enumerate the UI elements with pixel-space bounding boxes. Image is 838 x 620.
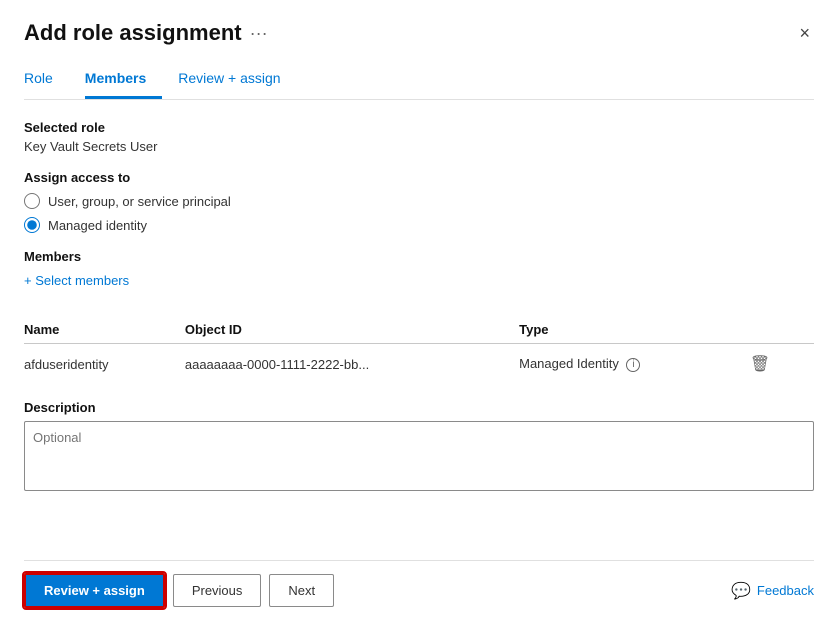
member-object-id: aaaaaaaa-0000-1111-2222-bb... bbox=[185, 344, 519, 385]
assign-access-section: Assign access to User, group, or service… bbox=[24, 170, 814, 233]
col-name: Name bbox=[24, 316, 185, 344]
delete-member-button[interactable]: 🗑 bbox=[744, 352, 776, 376]
assign-access-radio-group: User, group, or service principal Manage… bbox=[24, 193, 814, 233]
select-members-link[interactable]: + Select members bbox=[24, 273, 129, 288]
tab-review-assign[interactable]: Review + assign bbox=[178, 62, 296, 99]
title-row: Add role assignment ··· bbox=[24, 20, 268, 46]
dialog-header: Add role assignment ··· × bbox=[24, 20, 814, 46]
tab-members[interactable]: Members bbox=[85, 62, 162, 99]
add-role-assignment-dialog: Add role assignment ··· × Role Members R… bbox=[0, 0, 838, 620]
col-actions bbox=[744, 316, 814, 344]
description-label: Description bbox=[24, 400, 814, 415]
previous-button[interactable]: Previous bbox=[173, 574, 262, 607]
table-row: afduseridentity aaaaaaaa-0000-1111-2222-… bbox=[24, 344, 814, 385]
members-label: Members bbox=[24, 249, 814, 264]
info-icon[interactable]: i bbox=[626, 358, 640, 372]
radio-managed-identity-label: Managed identity bbox=[48, 218, 147, 233]
review-assign-button[interactable]: Review + assign bbox=[24, 573, 165, 608]
radio-user-group[interactable]: User, group, or service principal bbox=[24, 193, 814, 209]
radio-managed-identity-input[interactable] bbox=[24, 217, 40, 233]
feedback-label: Feedback bbox=[757, 583, 814, 598]
col-object-id: Object ID bbox=[185, 316, 519, 344]
feedback-icon: 💬 bbox=[731, 581, 751, 601]
selected-role-value: Key Vault Secrets User bbox=[24, 139, 814, 154]
next-button[interactable]: Next bbox=[269, 574, 334, 607]
dialog-title: Add role assignment bbox=[24, 20, 242, 46]
col-type: Type bbox=[519, 316, 744, 344]
more-options-icon[interactable]: ··· bbox=[250, 23, 268, 44]
radio-user-group-input[interactable] bbox=[24, 193, 40, 209]
tab-role[interactable]: Role bbox=[24, 62, 69, 99]
dialog-footer: Review + assign Previous Next 💬 Feedback bbox=[24, 560, 814, 620]
assign-access-label: Assign access to bbox=[24, 170, 814, 185]
member-type: Managed Identity i bbox=[519, 344, 744, 385]
members-table: Name Object ID Type afduseridentity aaaa… bbox=[24, 316, 814, 384]
member-name: afduseridentity bbox=[24, 344, 185, 385]
description-section: Description bbox=[24, 400, 814, 494]
tab-bar: Role Members Review + assign bbox=[24, 62, 814, 100]
feedback-button[interactable]: 💬 Feedback bbox=[731, 581, 814, 601]
member-actions: 🗑 bbox=[744, 344, 814, 385]
close-button[interactable]: × bbox=[795, 20, 814, 46]
description-textarea[interactable] bbox=[24, 421, 814, 491]
dialog-content: Selected role Key Vault Secrets User Ass… bbox=[24, 120, 814, 552]
members-section: Members + Select members bbox=[24, 249, 814, 304]
selected-role-label: Selected role bbox=[24, 120, 814, 135]
radio-managed-identity[interactable]: Managed identity bbox=[24, 217, 814, 233]
radio-user-group-label: User, group, or service principal bbox=[48, 194, 231, 209]
